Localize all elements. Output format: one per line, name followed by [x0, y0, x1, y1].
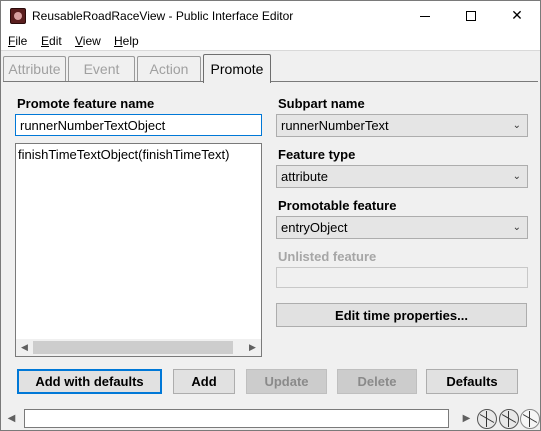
chevron-down-icon: ⌄ [512, 171, 521, 182]
update-button: Update [246, 369, 327, 394]
wheel-icon[interactable] [520, 409, 540, 429]
menu-bar: File Edit View Help [1, 31, 540, 51]
title-bar[interactable]: ReusableRoadRaceView - Public Interface … [1, 1, 540, 31]
promotable-feature-label: Promotable feature [278, 198, 397, 213]
scroll-right-icon[interactable]: ▶ [244, 339, 261, 356]
feature-type-value: attribute [281, 169, 328, 184]
promote-feature-name-label: Promote feature name [17, 96, 155, 111]
subpart-name-value: runnerNumberText [281, 118, 389, 133]
add-with-defaults-button[interactable]: Add with defaults [17, 369, 162, 394]
list-item[interactable]: finishTimeTextObject(finishTimeText) [18, 147, 229, 162]
wheel-icon[interactable] [499, 409, 519, 429]
editor-window: ReusableRoadRaceView - Public Interface … [0, 0, 541, 431]
delete-button: Delete [337, 369, 417, 394]
subpart-name-select[interactable]: runnerNumberText ⌄ [276, 114, 528, 137]
menu-edit[interactable]: Edit [41, 34, 62, 48]
tab-action[interactable]: Action [137, 56, 201, 81]
add-button[interactable]: Add [173, 369, 235, 394]
menu-file[interactable]: File [8, 34, 27, 48]
bottom-status-strip: ◀ ▶ [3, 407, 540, 430]
promotable-feature-value: entryObject [281, 220, 348, 235]
promote-feature-name-input[interactable]: runnerNumberTextObject [15, 114, 262, 136]
tab-event[interactable]: Event [68, 56, 135, 81]
unlisted-feature-label: Unlisted feature [278, 249, 377, 264]
menu-help[interactable]: Help [114, 34, 139, 48]
feature-type-label: Feature type [278, 147, 356, 162]
edit-time-properties-button[interactable]: Edit time properties... [276, 303, 527, 327]
promoted-features-list[interactable]: finishTimeTextObject(finishTimeText) ◀ ▶ [15, 143, 262, 357]
scroll-left-icon[interactable]: ◀ [16, 339, 33, 356]
status-track[interactable] [24, 409, 449, 428]
scroll-thumb[interactable] [33, 341, 233, 354]
wheel-icon[interactable] [477, 409, 497, 429]
maximize-button[interactable] [448, 1, 494, 31]
unlisted-feature-input [276, 267, 528, 288]
app-icon [10, 8, 26, 24]
list-horizontal-scrollbar[interactable]: ◀ ▶ [16, 339, 261, 356]
tab-promote[interactable]: Promote [203, 54, 271, 83]
menu-view[interactable]: View [75, 34, 101, 48]
close-button[interactable]: ✕ [494, 1, 540, 31]
maximize-icon [466, 11, 476, 21]
tab-attribute[interactable]: Attribute [3, 56, 66, 81]
chevron-down-icon: ⌄ [512, 120, 521, 131]
minimize-button[interactable] [402, 1, 448, 31]
close-icon: ✕ [511, 8, 523, 24]
chevron-down-icon: ⌄ [512, 222, 521, 233]
minimize-icon [420, 15, 430, 17]
promotable-feature-select[interactable]: entryObject ⌄ [276, 216, 528, 239]
feature-type-select[interactable]: attribute ⌄ [276, 165, 528, 188]
subpart-name-label: Subpart name [278, 96, 365, 111]
window-title: ReusableRoadRaceView - Public Interface … [32, 9, 294, 23]
scroll-left-icon[interactable]: ◀ [3, 409, 20, 428]
defaults-button[interactable]: Defaults [426, 369, 518, 394]
scroll-right-icon[interactable]: ▶ [458, 409, 475, 428]
